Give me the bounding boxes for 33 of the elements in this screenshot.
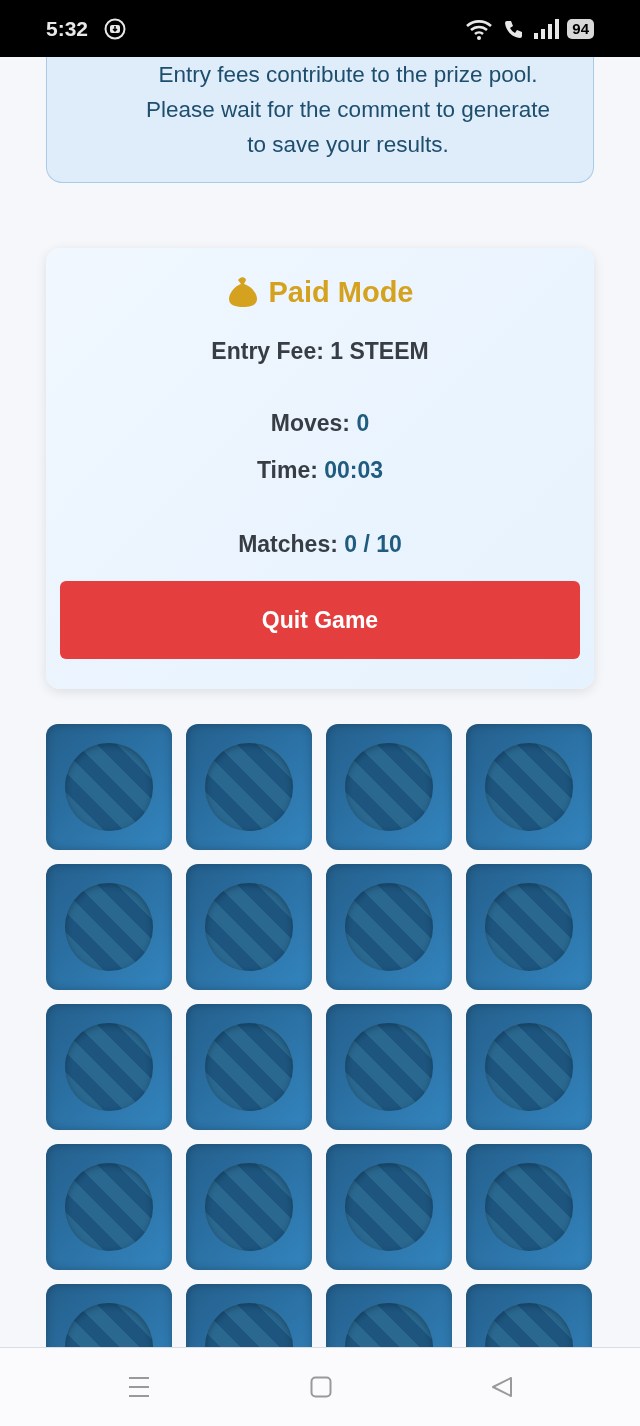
memory-card-back[interactable] xyxy=(186,724,312,850)
memory-card-back[interactable] xyxy=(186,864,312,990)
mode-title: Paid Mode xyxy=(268,275,414,310)
download-icon xyxy=(104,17,127,40)
stat-label: Moves: xyxy=(270,410,351,436)
stat-value: 0 / 10 xyxy=(344,531,402,557)
memory-card-back[interactable] xyxy=(46,1144,172,1270)
menu-icon[interactable] xyxy=(127,1376,152,1398)
memory-card-back[interactable] xyxy=(326,1004,452,1130)
home-icon[interactable] xyxy=(310,1376,332,1398)
stat-label: Matches: xyxy=(238,531,338,557)
notice-text: Entry fees contribute to the prize pool. Please wait for the comment to generate to save your results. xyxy=(145,61,551,159)
memory-card-back[interactable] xyxy=(186,1004,312,1130)
signal-icon xyxy=(533,17,560,40)
memory-card-back[interactable] xyxy=(466,1144,592,1270)
memory-card-back[interactable] xyxy=(46,724,172,850)
memory-card-back[interactable] xyxy=(186,1144,312,1270)
entry-fee-text: Entry Fee: 1 STEEM xyxy=(210,337,430,366)
stat-value: 00:03 xyxy=(324,457,384,483)
battery-level: 94 xyxy=(567,18,594,39)
back-icon[interactable] xyxy=(490,1376,513,1398)
memory-card-back[interactable] xyxy=(46,1004,172,1130)
stat-label: Time: xyxy=(256,457,318,483)
memory-card-back[interactable] xyxy=(326,864,452,990)
memory-card-back[interactable] xyxy=(466,1004,592,1130)
memory-card-back[interactable] xyxy=(326,724,452,850)
memory-card-back[interactable] xyxy=(466,864,592,990)
stat-value: 0 xyxy=(356,410,370,436)
memory-card-back[interactable] xyxy=(466,724,592,850)
memory-card-back[interactable] xyxy=(46,864,172,990)
memory-card-back[interactable] xyxy=(326,1144,452,1270)
quit-game-button[interactable]: Quit Game xyxy=(60,581,580,659)
clock-time: 5:32 xyxy=(46,15,89,42)
